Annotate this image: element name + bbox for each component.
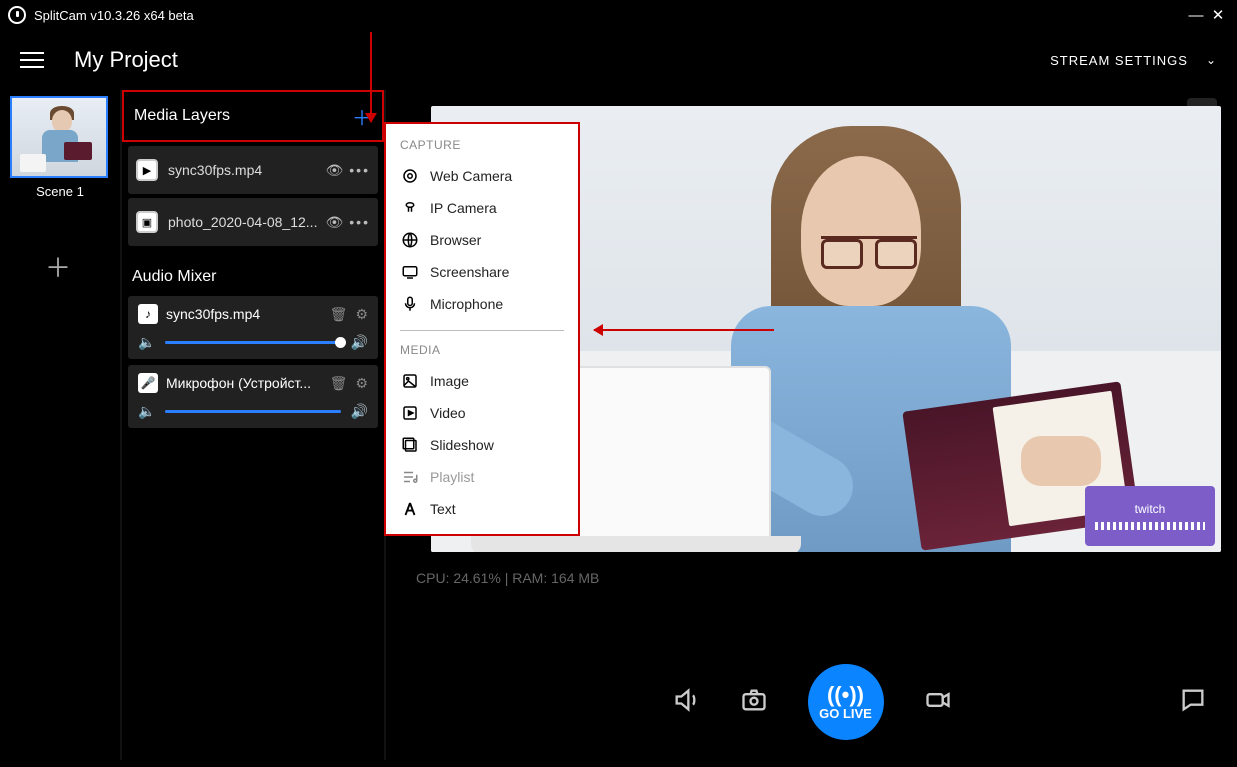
audio-mixer-title: Audio Mixer [132, 268, 374, 286]
audio-button[interactable] [672, 686, 700, 719]
audio-source-name: sync30fps.mp4 [166, 306, 322, 322]
layer-options-button[interactable]: ••• [349, 162, 370, 178]
volume-slider[interactable] [165, 410, 340, 413]
webcam-icon [400, 166, 420, 186]
volume-slider[interactable] [165, 341, 340, 344]
delete-audio-button[interactable]: 🗑 [330, 306, 348, 323]
speaker-icon: 🔊 [351, 403, 368, 420]
twitch-badge-label: twitch [1135, 502, 1166, 516]
scene-thumbnail[interactable] [10, 96, 108, 178]
browser-icon [400, 230, 420, 250]
slideshow-icon [400, 435, 420, 455]
layer-options-button[interactable]: ••• [349, 214, 370, 230]
popup-item-video[interactable]: Video [400, 397, 564, 429]
popup-item-browser[interactable]: Browser [400, 224, 564, 256]
layer-item[interactable]: ▶ sync30fps.mp4 👁 ••• [128, 146, 378, 194]
titlebar: SplitCam v10.3.26 x64 beta — ✕ [0, 0, 1237, 30]
media-layers-title: Media Layers [134, 107, 230, 125]
ipcam-icon [400, 198, 420, 218]
go-live-button[interactable]: ((•)) GO LIVE [808, 664, 884, 740]
microphone-icon [400, 294, 420, 314]
popup-item-screenshare[interactable]: Screenshare [400, 256, 564, 288]
playlist-icon [400, 467, 420, 487]
image-icon [400, 371, 420, 391]
mute-toggle-icon[interactable]: 🔈 [138, 334, 155, 351]
add-scene-button[interactable]: ＋ [10, 223, 106, 309]
speaker-icon: 🔊 [351, 334, 368, 351]
image-file-icon: ▣ [136, 211, 158, 233]
mute-toggle-icon[interactable]: 🔈 [138, 403, 155, 420]
layers-panel: Media Layers ＋ ▶ sync30fps.mp4 👁 ••• ▣ p… [122, 90, 384, 760]
audio-source-icon: ♪ [138, 304, 158, 324]
topbar: My Project STREAM SETTINGS ⌄ [0, 30, 1237, 90]
visibility-toggle-icon[interactable]: 👁 [326, 162, 344, 179]
stream-settings-label: STREAM SETTINGS [1050, 53, 1188, 68]
audio-source-name: Микрофон (Устройст... [166, 375, 322, 391]
go-live-label: GO LIVE [819, 706, 872, 721]
layer-name: photo_2020-04-08_12... [168, 214, 320, 230]
video-file-icon: ▶ [136, 159, 158, 181]
window-title: SplitCam v10.3.26 x64 beta [34, 8, 194, 23]
popup-item-slideshow[interactable]: Slideshow [400, 429, 564, 461]
audio-settings-button[interactable]: ⚙ [355, 306, 368, 323]
snapshot-button[interactable] [740, 686, 768, 719]
close-button[interactable]: ✕ [1207, 6, 1229, 24]
popup-capture-label: CAPTURE [400, 138, 564, 152]
scenes-panel: Scene 1 ＋ [0, 90, 120, 760]
audio-settings-button[interactable]: ⚙ [355, 375, 368, 392]
text-icon [400, 499, 420, 519]
bottom-controls: ((•)) GO LIVE [386, 664, 1237, 740]
video-icon [400, 403, 420, 423]
twitch-overlay[interactable]: twitch [1085, 486, 1215, 546]
annotation-arrow-left [594, 329, 774, 331]
app-logo-icon [8, 6, 26, 24]
screenshare-icon [400, 262, 420, 282]
minimize-button[interactable]: — [1185, 7, 1207, 24]
chevron-down-icon: ⌄ [1206, 53, 1217, 67]
delete-audio-button[interactable]: 🗑 [330, 375, 348, 392]
popup-item-webcam[interactable]: Web Camera [400, 160, 564, 192]
add-source-popup: CAPTURE Web Camera IP Camera Browser Scr… [384, 122, 580, 536]
project-title: My Project [74, 47, 178, 73]
annotation-arrow-down [370, 32, 372, 122]
visibility-toggle-icon[interactable]: 👁 [326, 214, 344, 231]
layer-name: sync30fps.mp4 [168, 162, 320, 178]
scene-label: Scene 1 [10, 184, 110, 199]
popup-item-microphone[interactable]: Microphone [400, 288, 564, 320]
chat-button[interactable] [1179, 686, 1207, 719]
popup-item-text[interactable]: Text [400, 493, 564, 525]
audio-mixer-item: ♪ sync30fps.mp4 🗑 ⚙ 🔈 🔊 [128, 296, 378, 359]
layer-item[interactable]: ▣ photo_2020-04-08_12... 👁 ••• [128, 198, 378, 246]
broadcast-icon: ((•)) [827, 684, 864, 706]
menu-button[interactable] [20, 52, 44, 68]
popup-item-image[interactable]: Image [400, 365, 564, 397]
audio-mixer-item: 🎤 Микрофон (Устройст... 🗑 ⚙ 🔈 🔊 [128, 365, 378, 428]
popup-item-playlist: Playlist [400, 461, 564, 493]
popup-item-ipcam[interactable]: IP Camera [400, 192, 564, 224]
stream-settings-button[interactable]: STREAM SETTINGS ⌄ [1050, 53, 1217, 68]
performance-stats: CPU: 24.61% | RAM: 164 MB [416, 570, 1237, 586]
media-layers-header: Media Layers ＋ [122, 90, 384, 142]
mic-source-icon: 🎤 [138, 373, 158, 393]
popup-media-label: MEDIA [400, 343, 564, 357]
record-button[interactable] [924, 686, 952, 719]
